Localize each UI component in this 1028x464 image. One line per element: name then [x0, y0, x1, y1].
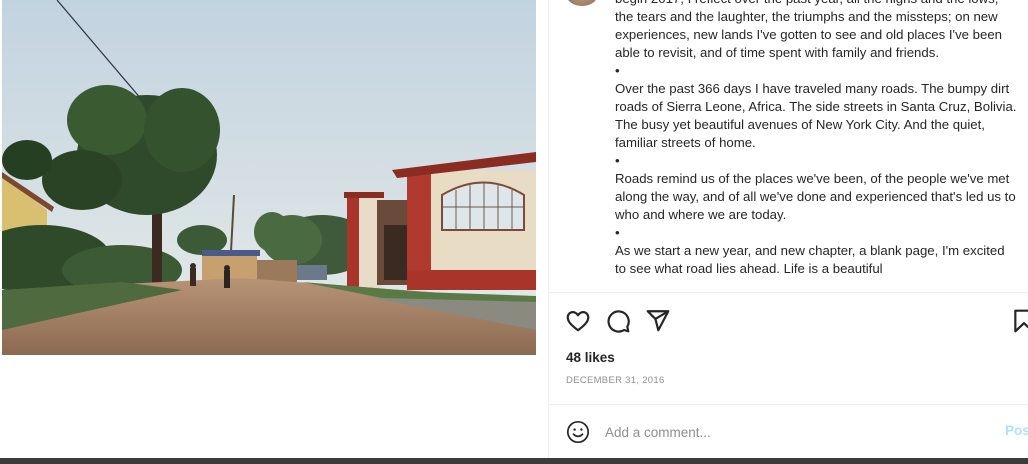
smiley-icon[interactable]	[566, 420, 590, 444]
street-scene-image	[2, 0, 536, 355]
post-photo[interactable]	[2, 0, 536, 355]
post-caption: begin 2017, I reflect over the past year…	[615, 0, 1019, 278]
post-media	[0, 0, 548, 464]
likes-count[interactable]: 48 likes	[566, 350, 615, 365]
window-bottom-bar	[0, 458, 1028, 464]
bookmark-icon[interactable]	[1011, 308, 1028, 334]
caption-bullet: •	[615, 153, 620, 168]
comment-bar: Post	[549, 404, 1028, 459]
post-details-panel: begin 2017, I reflect over the past year…	[548, 0, 1028, 458]
caption-paragraph: As we start a new year, and new chapter,…	[615, 243, 1005, 276]
action-bar	[549, 292, 1028, 349]
caption-bullet: •	[615, 63, 620, 78]
paper-plane-icon[interactable]	[645, 308, 671, 334]
post-date[interactable]: DECEMBER 31, 2016	[566, 375, 665, 386]
avatar[interactable]	[566, 0, 598, 6]
caption-paragraph: Roads remind us of the places we've been…	[615, 171, 1016, 222]
heart-icon[interactable]	[565, 308, 591, 334]
caption-area: begin 2017, I reflect over the past year…	[549, 0, 1028, 292]
comment-icon[interactable]	[605, 308, 631, 334]
post-comment-button[interactable]: Post	[1005, 423, 1028, 438]
caption-paragraph: Over the past 366 days I have traveled m…	[615, 81, 1017, 150]
comment-input[interactable]	[605, 421, 985, 443]
caption-paragraph: begin 2017, I reflect over the past year…	[615, 0, 1002, 60]
caption-bullet: •	[615, 225, 620, 240]
